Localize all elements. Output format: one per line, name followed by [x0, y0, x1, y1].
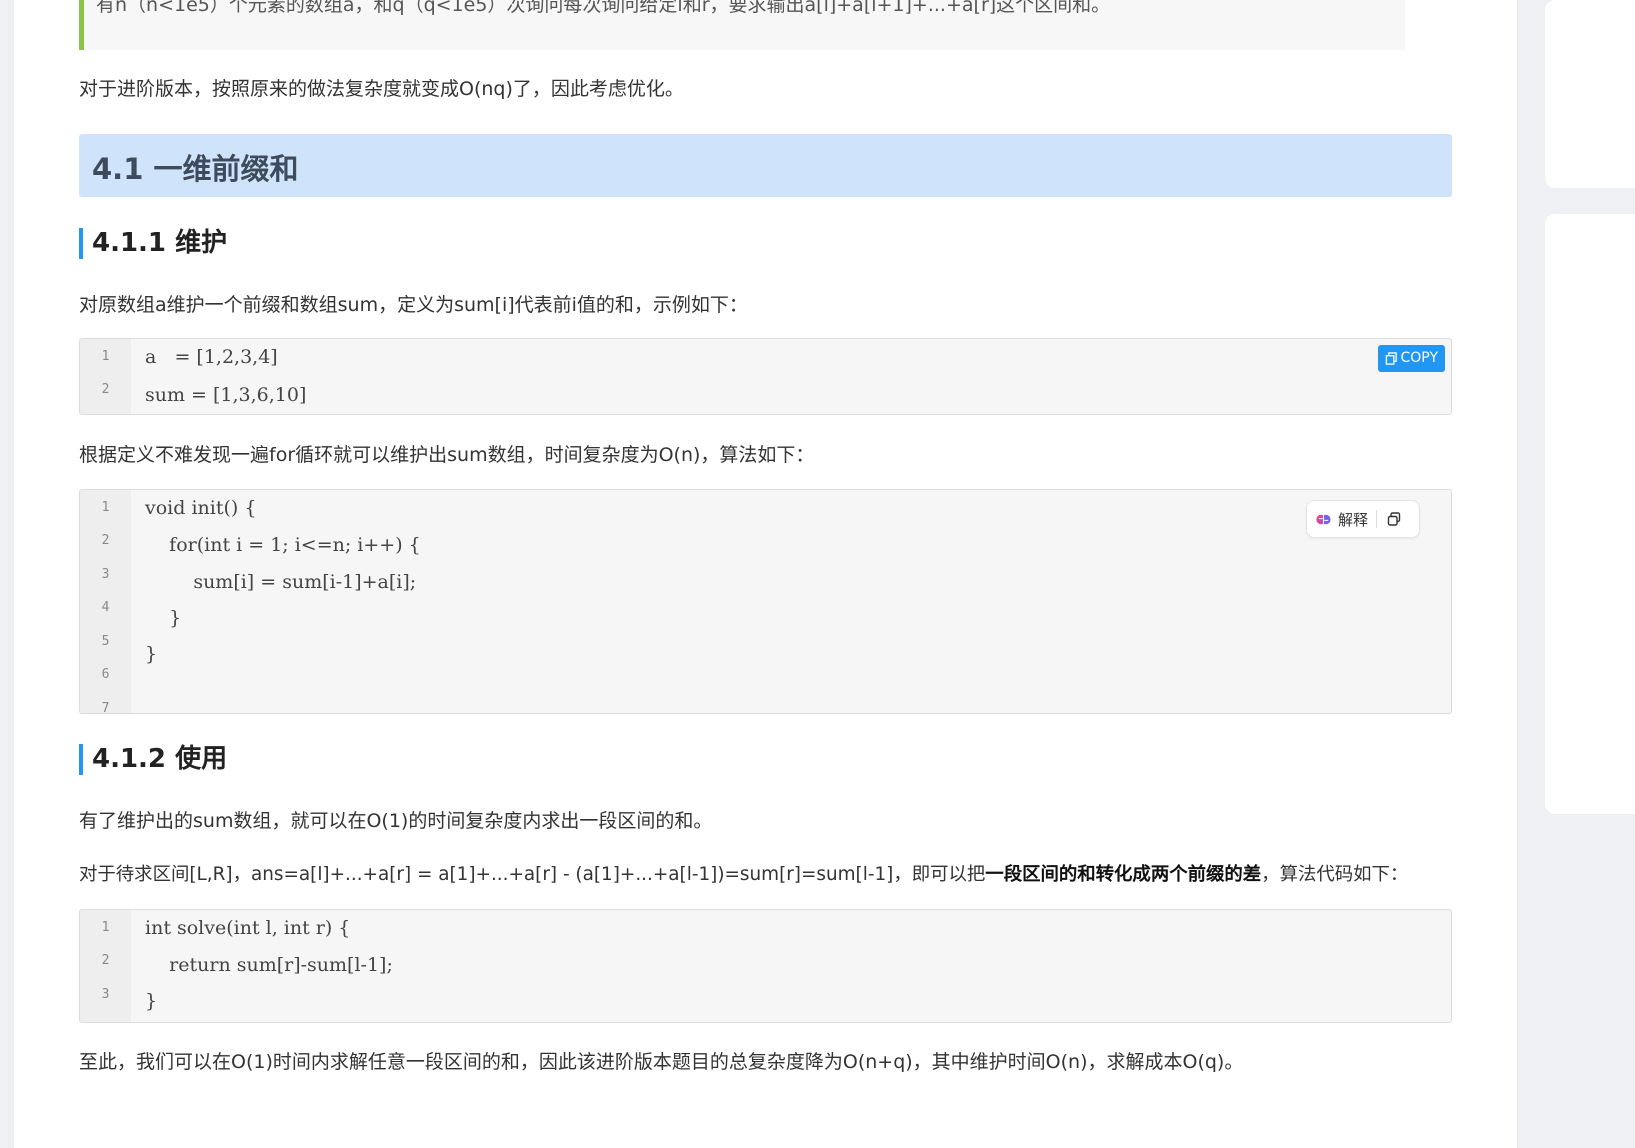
line-number: 3: [101, 567, 110, 582]
conclusion-paragraph: 至此，我们可以在O(1)时间内求解任意一段区间的和，因此该进阶版本题目的总复杂度…: [79, 1051, 1244, 1073]
line-number: 3: [101, 987, 110, 1002]
code-block-example: 1 2 a = [1,2,3,4] sum = [1,3,6,10] COPY: [79, 338, 1452, 415]
code-line: void init() {: [145, 497, 257, 519]
subsection-heading-usage: 4.1.2 使用: [79, 744, 227, 775]
section-title: 4.1 一维前缀和: [92, 152, 299, 186]
article-page: 有n（n<1e5）个元素的数组a，和q（q<1e5）次询问每次询问给定l和r，要…: [14, 0, 1518, 1148]
code-block-init: 1 2 3 4 5 6 7 void init() { for(int i = …: [79, 489, 1452, 714]
code-line: sum[i] = sum[i-1]+a[i];: [145, 571, 417, 593]
problem-quote: 有n（n<1e5）个元素的数组a，和q（q<1e5）次询问每次询问给定l和r，要…: [79, 0, 1405, 50]
line-number: 2: [101, 533, 110, 548]
algorithm-paragraph: 根据定义不难发现一遍for循环就可以维护出sum数组，时间复杂度为O(n)，算法…: [79, 444, 815, 466]
copy-code-button[interactable]: [1377, 501, 1411, 537]
code-line: }: [145, 643, 158, 665]
code-line: int solve(int l, int r) {: [145, 917, 351, 939]
code-toolbar: 解释: [1306, 500, 1420, 538]
line-number: 2: [101, 382, 110, 397]
copy-button-label: COPY: [1400, 350, 1438, 366]
copy-icon: [1385, 352, 1397, 365]
copy-icon: [1387, 512, 1401, 526]
section-heading: 4.1 一维前缀和: [79, 134, 1452, 197]
usage-paragraph: 有了维护出的sum数组，就可以在O(1)的时间复杂度内求出一段区间的和。: [79, 810, 713, 832]
code-line: for(int i = 1; i<=n; i++) {: [145, 534, 421, 556]
formula-text-post: ，算法代码如下：: [1261, 864, 1409, 885]
copy-button[interactable]: COPY: [1377, 345, 1445, 372]
side-card-bottom: [1545, 214, 1635, 814]
explain-label: 解释: [1338, 510, 1369, 529]
code-line: a = [1,2,3,4]: [145, 346, 278, 368]
code-line: return sum[r]-sum[l-1];: [145, 954, 393, 976]
line-number: 1: [101, 500, 110, 515]
line-number: 1: [101, 349, 110, 364]
maintain-paragraph: 对原数组a维护一个前缀和数组sum，定义为sum[i]代表前i值的和，示例如下：: [79, 294, 748, 316]
line-number: 5: [101, 634, 110, 649]
intro-paragraph: 对于进阶版本，按照原来的做法复杂度就变成O(nq)了，因此考虑优化。: [79, 78, 684, 100]
brain-icon: [1316, 514, 1331, 524]
formula-text-pre: 对于待求区间[L,R]，ans=a[l]+...+a[r] = a[1]+...…: [79, 864, 986, 885]
line-number: 1: [101, 920, 110, 935]
code-block-solve: 1 2 3 int solve(int l, int r) { return s…: [79, 909, 1452, 1023]
line-number: 6: [101, 667, 110, 682]
side-card-top: [1545, 0, 1635, 188]
code-line: }: [145, 990, 158, 1012]
code-line: }: [145, 607, 182, 629]
subsection-heading-maintain: 4.1.1 维护: [79, 228, 227, 259]
formula-paragraph: 对于待求区间[L,R]，ans=a[l]+...+a[r] = a[1]+...…: [79, 860, 1408, 886]
line-number: 7: [101, 701, 110, 714]
quote-text: 有n（n<1e5）个元素的数组a，和q（q<1e5）次询问每次询问给定l和r，要…: [96, 0, 1111, 16]
code-line: sum = [1,3,6,10]: [145, 384, 307, 406]
line-number: 2: [101, 953, 110, 968]
formula-text-bold: 一段区间的和转化成两个前缀的差: [985, 864, 1262, 885]
line-number: 4: [101, 600, 110, 615]
explain-button[interactable]: 解释: [1307, 501, 1376, 537]
